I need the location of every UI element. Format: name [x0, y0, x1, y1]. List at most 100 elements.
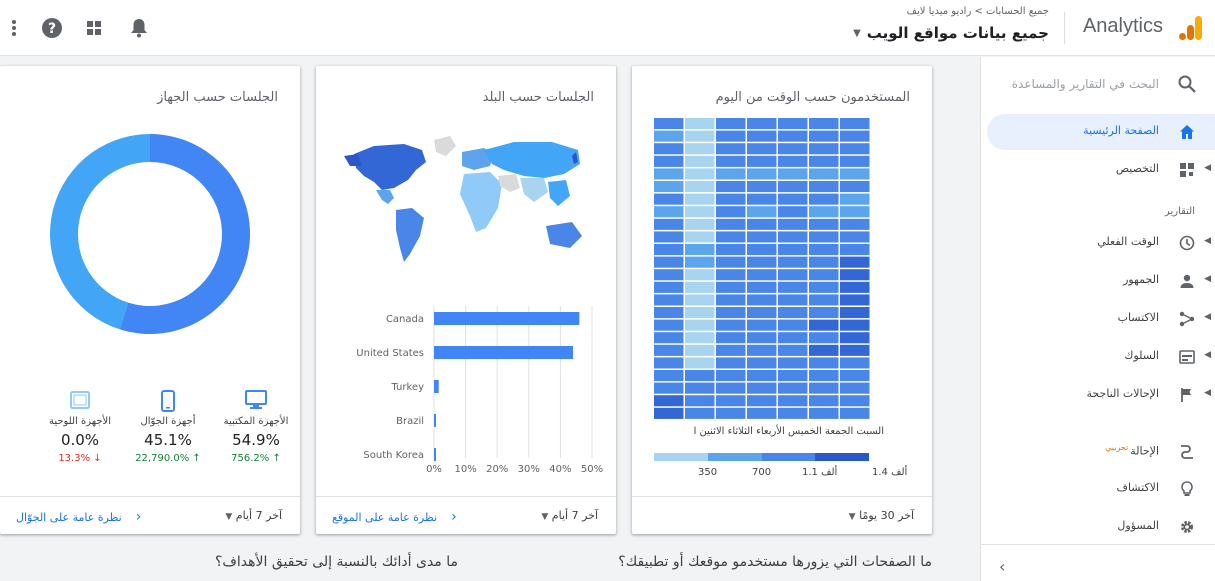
heatmap-cell	[809, 181, 839, 193]
heatmap-cell	[778, 407, 808, 419]
heatmap-cell	[747, 269, 777, 281]
heatmap-cell	[747, 155, 777, 167]
sidebar-item-customization[interactable]: ◀ التخصيص	[980, 152, 1215, 188]
heatmap-cell	[716, 118, 746, 130]
help-icon[interactable]: ?	[40, 16, 64, 40]
date-range-selector[interactable]: آخر 30 يومًا ▼	[845, 509, 914, 522]
heatmap-cell	[778, 307, 808, 319]
heatmap-cell	[716, 307, 746, 319]
heatmap-cell	[654, 143, 684, 155]
lightbulb-icon	[1178, 480, 1196, 498]
heatmap-cell	[654, 244, 684, 256]
heatmap-cell	[716, 181, 746, 193]
sidebar-item-acquisition[interactable]: ◀ الاكتساب	[980, 301, 1215, 337]
heatmap-cell	[654, 281, 684, 293]
property-selector[interactable]: جميع بيانات مواقع الويب ▼	[853, 24, 1049, 42]
sidebar-item-discover[interactable]: الاكتشاف	[980, 471, 1215, 507]
date-range-selector[interactable]: آخر 7 أيام ▼	[537, 509, 598, 522]
heatmap-cell	[747, 407, 777, 419]
weekday-labels: السبت الجمعة الخميس الأربعاء الثلاثاء ال…	[693, 426, 884, 437]
location-overview-link[interactable]: ‹ نظرة عامة على الموقع	[332, 509, 457, 525]
heatmap-cell	[685, 193, 715, 205]
sidebar-item-admin[interactable]: المسؤول	[980, 509, 1215, 545]
heatmap-cell	[716, 269, 746, 281]
notifications-icon[interactable]	[127, 16, 151, 40]
heatmap-cell	[716, 319, 746, 331]
heatmap-cell	[840, 130, 870, 142]
brand-name: Analytics	[1082, 15, 1163, 37]
heatmap-cell	[809, 256, 839, 268]
card-footer: آخر 7 أيام ▼ ‹ نظرة عامة على الجوّال	[0, 496, 300, 534]
donut-slice	[50, 134, 151, 330]
heatmap-cell	[840, 395, 870, 407]
sidebar-item-attribution[interactable]: الإحالةتجريبي	[980, 433, 1215, 469]
date-range-selector[interactable]: آخر 7 أيام ▼	[221, 509, 282, 522]
acquisition-icon	[1178, 310, 1196, 328]
breadcrumb[interactable]: جميع الحسابات > راديو ميديا لايف	[907, 6, 1049, 17]
heatmap-cell	[840, 168, 870, 180]
x-tick-label: 0%	[426, 464, 442, 475]
analytics-logo-icon[interactable]	[1177, 14, 1205, 42]
heatmap-cell	[747, 382, 777, 394]
heatmap-cell	[809, 294, 839, 306]
heatmap-cell	[840, 244, 870, 256]
heatmap-cell	[685, 395, 715, 407]
sidebar-item-label: الإحالةتجريبي	[1105, 443, 1159, 458]
search-icon	[1177, 74, 1197, 98]
heatmap-cell	[840, 231, 870, 243]
device-value: 45.1%	[144, 431, 192, 449]
heatmap-cell	[716, 206, 746, 218]
heatmap-cell	[809, 307, 839, 319]
country-bar	[434, 414, 436, 427]
sidebar-item-audience[interactable]: ◀ الجمهور	[980, 263, 1215, 299]
card-footer: آخر 7 أيام ▼ ‹ نظرة عامة على الموقع	[316, 496, 616, 534]
sidebar-item-conversions[interactable]: ◀ الإحالات الناجحة	[980, 377, 1215, 413]
home-icon	[1178, 123, 1196, 141]
heatmap-cell	[747, 181, 777, 193]
caret-down-icon: ▼	[848, 512, 856, 522]
heatmap-cell	[685, 206, 715, 218]
sidebar-item-behavior[interactable]: ◀ السلوك	[980, 339, 1215, 375]
collapse-sidebar-icon[interactable]: ‹	[999, 557, 1005, 576]
apps-icon[interactable]	[82, 16, 106, 40]
card-title: الجلسات حسب الجهاز	[157, 90, 278, 105]
heatmap-cell	[840, 307, 870, 319]
x-tick-label: 40%	[549, 464, 571, 475]
category-label: Turkey	[390, 382, 424, 393]
country-bar-chart: 0% 10% 20% 30% 40% 50% Canada United States Turk…	[356, 306, 603, 475]
category-label: United States	[356, 348, 424, 359]
heatmap-cell	[809, 206, 839, 218]
heatmap-cell	[778, 143, 808, 155]
heatmap-cell	[716, 130, 746, 142]
heatmap-cell	[778, 395, 808, 407]
expand-arrow-icon: ◀	[1204, 274, 1211, 284]
gear-icon	[1178, 518, 1196, 536]
heatmap-cell	[747, 168, 777, 180]
flag-icon	[1178, 386, 1196, 404]
heatmap-cell	[685, 218, 715, 230]
heatmap-cell	[809, 357, 839, 369]
device-mobile: أجهزة الجوّال 45.1% 22,790.0% ↑	[128, 390, 208, 464]
heatmap-cell	[809, 130, 839, 142]
heatmap-cell	[778, 357, 808, 369]
heatmap-cell	[809, 218, 839, 230]
sidebar-item-label: الوقت الفعلي	[1097, 235, 1159, 248]
heatmap-cell	[685, 407, 715, 419]
heatmap-cell	[716, 155, 746, 167]
heatmap-cell	[716, 231, 746, 243]
link-label: نظرة عامة على الموقع	[332, 510, 438, 524]
heatmap-cell	[685, 307, 715, 319]
sidebar-item-home[interactable]: الصفحة الرئيسية	[987, 114, 1215, 150]
heatmap-cell	[809, 370, 839, 382]
heatmap-cell	[778, 269, 808, 281]
search-box[interactable]: البحث في التقارير والمساعدة	[980, 71, 1215, 101]
mobile-overview-link[interactable]: ‹ نظرة عامة على الجوّال	[16, 509, 141, 525]
heatmap-cell	[747, 307, 777, 319]
heatmap-cell	[778, 218, 808, 230]
more-vert-icon[interactable]	[2, 16, 26, 40]
heatmap-cell	[716, 281, 746, 293]
expand-arrow-icon: ◀	[1204, 312, 1211, 322]
legend-label: 700	[752, 467, 772, 478]
sidebar-item-realtime[interactable]: ◀ الوقت الفعلي	[980, 225, 1215, 261]
change-value: 22,790.0%	[135, 453, 190, 464]
